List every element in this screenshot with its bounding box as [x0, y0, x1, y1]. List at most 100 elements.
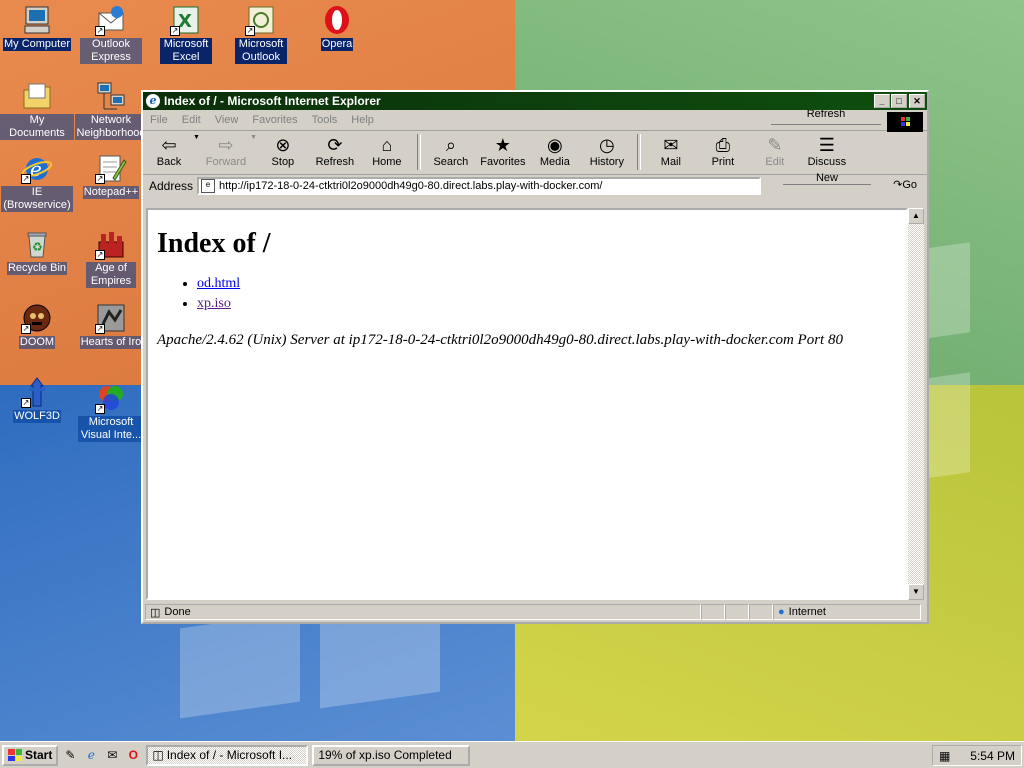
svg-text:♻: ♻	[32, 240, 43, 254]
refresh-icon: ⟳	[327, 135, 343, 155]
link-xp-iso[interactable]: xp.iso	[197, 296, 231, 311]
desktop-icon-microsoft-excel[interactable]: X ↗ Microsoft Excel	[149, 4, 223, 64]
forward-dropdown-icon[interactable]: ▼	[250, 134, 257, 141]
history-icon: ◷	[599, 135, 615, 155]
menu-edit[interactable]: Edit	[175, 114, 208, 126]
desktop-icon-ie[interactable]: e ↗ IE (Browservice)	[0, 152, 74, 212]
edit-label: Edit	[765, 156, 785, 168]
desktop-icon-recycle-bin[interactable]: ♻ Recycle Bin	[0, 228, 74, 275]
search-button[interactable]: ⌕ Search	[425, 134, 477, 168]
status-bar: ◫ Done ● Internet	[143, 602, 927, 622]
desktop-icon-label: Microsoft Visual Inte...	[78, 416, 144, 442]
stop-button[interactable]: ⊗ Stop	[257, 134, 309, 168]
menu-view[interactable]: View	[208, 114, 246, 126]
home-label: Home	[372, 156, 402, 168]
desktop-icon-network-neighborhood[interactable]: Network Neighborhood	[74, 80, 148, 140]
window-title: Index of / - Microsoft Internet Explorer	[164, 94, 381, 108]
home-button[interactable]: ⌂ Home	[361, 134, 413, 168]
taskbar-ie-window[interactable]: ◫ Index of / - Microsoft I...	[146, 744, 309, 766]
status-text-panel: ◫ Done	[145, 604, 701, 620]
forward-button[interactable]: ⇨ Forward	[200, 134, 252, 168]
media-icon: ◉	[547, 135, 563, 155]
desktop-icon-outlook-express[interactable]: ↗ Outlook Express	[74, 4, 148, 64]
desktop-icon-age-of-empires[interactable]: ↗ Age of Empires	[74, 228, 148, 288]
print-button[interactable]: ⎙ Print	[697, 134, 749, 168]
ie-task-icon: ◫	[152, 748, 164, 762]
internet-explorer-icon: e ↗	[21, 152, 53, 184]
desktop-icon-label: Microsoft Excel	[160, 38, 212, 64]
tray-app-icon[interactable]: ▦	[939, 749, 950, 763]
opera-icon[interactable]: O	[124, 746, 142, 764]
desktop-icon-hearts-of-iron[interactable]: ↗ Hearts of Iro	[74, 302, 148, 349]
desktop-icon-label: My Documents	[0, 114, 74, 140]
desktop-icon-label: My Computer	[2, 38, 72, 51]
back-button[interactable]: ⇦ Back	[143, 134, 195, 168]
link-od-html[interactable]: od.html	[197, 276, 240, 291]
menu-tools[interactable]: Tools	[305, 114, 345, 126]
list-item: od.html	[197, 274, 897, 294]
internet-zone-icon: ●	[778, 606, 785, 618]
refresh-label: Refresh	[315, 156, 355, 168]
minimize-button[interactable]: _	[874, 94, 890, 108]
menu-file[interactable]: File	[143, 114, 175, 126]
zone-text: Internet	[788, 606, 826, 618]
favorites-button[interactable]: ★ Favorites	[477, 134, 529, 168]
visual-interdev-icon: ↗	[95, 382, 127, 414]
maximize-button[interactable]: □	[891, 94, 907, 108]
age-of-empires-icon: ↗	[95, 228, 127, 260]
history-button[interactable]: ◷ History	[581, 134, 633, 168]
svg-text:e: e	[30, 157, 42, 181]
hearts-of-iron-icon: ↗	[95, 302, 127, 334]
desktop-icon-microsoft-outlook[interactable]: ↗ Microsoft Outlook	[224, 4, 298, 64]
desktop-icon-wolf3d[interactable]: ↗ WOLF3D	[0, 376, 74, 423]
status-panel	[701, 604, 725, 620]
mail-button[interactable]: ✉ Mail	[645, 134, 697, 168]
file-list: od.html xp.iso	[157, 274, 897, 314]
outlook-icon: ↗	[245, 4, 277, 36]
internet-explorer-icon[interactable]: e	[82, 746, 100, 764]
desktop-icon-label: Microsoft Outlook	[235, 38, 287, 64]
show-desktop-icon[interactable]: ✎	[61, 746, 79, 764]
new-ghost-label: New	[783, 172, 871, 185]
taskbar-download-progress[interactable]: 19% of xp.iso Completed	[312, 744, 471, 766]
address-input[interactable]: e http://ip172-18-0-24-ctktri0l2o9000dh4…	[197, 177, 762, 195]
title-bar[interactable]: e Index of / - Microsoft Internet Explor…	[143, 92, 927, 110]
vertical-scrollbar[interactable]: ▲ ▼	[908, 208, 924, 600]
favorites-label: Favorites	[480, 156, 526, 168]
desktop-icon-opera[interactable]: Opera	[300, 4, 374, 51]
desktop-icon-doom[interactable]: ↗ DOOM	[0, 302, 74, 349]
start-label: Start	[25, 748, 53, 762]
scroll-up-button[interactable]: ▲	[908, 208, 924, 224]
ie-window-icon[interactable]: e	[146, 94, 160, 108]
mail-icon: ✉	[663, 135, 679, 155]
refresh-button[interactable]: ⟳ Refresh	[309, 134, 361, 168]
desktop-icon-label: Network Neighborhood	[75, 114, 147, 140]
desktop-icon-my-computer[interactable]: My Computer	[0, 4, 74, 51]
outlook-express-icon[interactable]: ✉	[103, 746, 121, 764]
go-label: Go	[902, 179, 917, 191]
taskbar: Start ✎ e ✉ O ◫ Index of / - Microsoft I…	[0, 741, 1024, 768]
recycle-bin-icon: ♻	[21, 228, 53, 260]
edit-button[interactable]: ✎ Edit	[749, 134, 801, 168]
desktop-icon-notepad-plus-plus[interactable]: ↗ Notepad++	[74, 152, 148, 199]
desktop-icon-my-documents[interactable]: My Documents	[0, 80, 74, 140]
address-label: Address	[149, 179, 194, 193]
windows-logo-icon	[887, 112, 923, 132]
close-button[interactable]: ✕	[909, 94, 925, 108]
task-label: 19% of xp.iso Completed	[318, 748, 452, 762]
go-button[interactable]: ↷Go	[893, 178, 917, 191]
menu-favorites[interactable]: Favorites	[245, 114, 304, 126]
clock[interactable]: 5:54 PM	[970, 749, 1015, 763]
toolbar-separator	[416, 134, 421, 170]
discuss-button[interactable]: ☰ Discuss	[801, 134, 853, 168]
desktop-icon-visual-interdev[interactable]: ↗ Microsoft Visual Inte...	[74, 382, 148, 442]
media-button[interactable]: ◉ Media	[529, 134, 581, 168]
ie-window: e Index of / - Microsoft Internet Explor…	[141, 90, 929, 624]
start-button[interactable]: Start	[2, 744, 59, 766]
page-heading: Index of /	[157, 228, 271, 259]
scroll-down-button[interactable]: ▼	[908, 584, 924, 600]
edit-icon: ✎	[767, 135, 783, 155]
desktop-icon-label: Age of Empires	[86, 262, 136, 288]
menu-help[interactable]: Help	[344, 114, 381, 126]
back-dropdown-icon[interactable]: ▼	[193, 134, 200, 141]
